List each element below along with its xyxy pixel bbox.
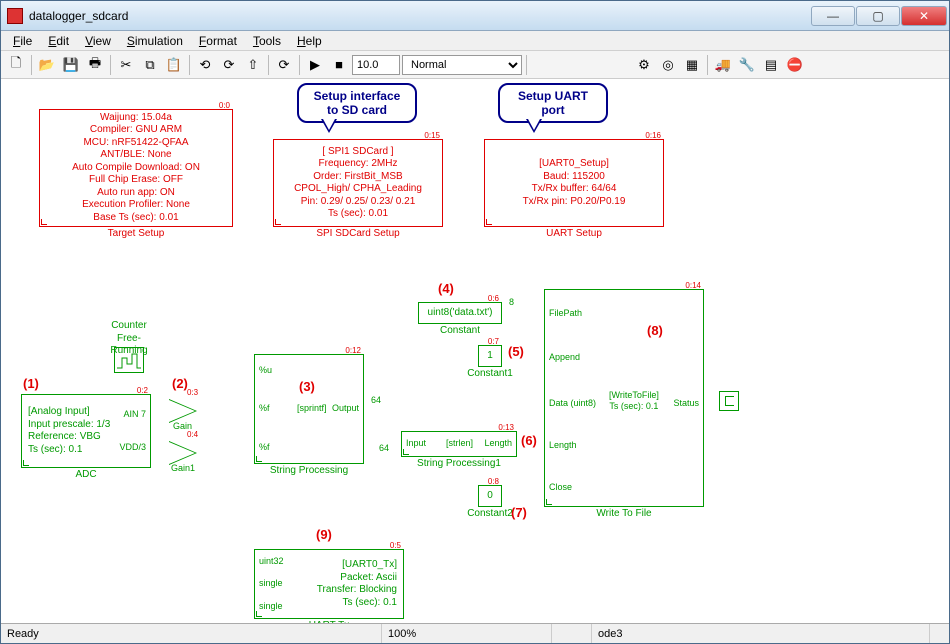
menu-simulation[interactable]: Simulation [121,32,189,50]
status-grip [929,624,949,643]
block-target-label: Target Setup [108,228,165,241]
open-icon[interactable]: 📂 [36,54,58,76]
block-adc[interactable]: 0:2 [Analog Input] Input prescale: 1/3 R… [21,394,151,468]
play-icon[interactable]: ▶ [304,54,326,76]
block-constant[interactable]: 0:6 uint8('data.txt') Constant [418,302,502,324]
menu-tools[interactable]: Tools [247,32,287,50]
paste-icon[interactable]: 📋 [163,54,185,76]
block-uarttx[interactable]: 0:5 uint32 single single [UART0_Tx] Pack… [254,549,404,619]
model-canvas[interactable]: Setup interface to SD card Setup UART po… [1,79,949,623]
stop-icon[interactable]: ■ [328,54,350,76]
window-controls: — ▢ ✕ [811,6,947,26]
save-icon[interactable]: 💾 [60,54,82,76]
scope-icon[interactable]: ▤ [760,54,782,76]
status-pct: 100% [381,624,551,643]
model-explorer-icon[interactable]: 🚚 [712,54,734,76]
block-sprintf[interactable]: 0:12 %u %f %f [sprintf] Output String Pr… [254,354,364,464]
window-title: datalogger_sdcard [29,9,811,23]
refresh-icon[interactable]: ⟳ [273,54,295,76]
callout-sd: Setup interface to SD card [297,83,417,123]
new-icon[interactable]: 🗋 [5,54,27,76]
toolbar: 🗋 📂 💾 🖶 ✂ ⧉ 📋 ⟲ ⟳ ⇧ ⟳ ▶ ■ Normal ⚙ ◎ ▦ 🚚… [1,51,949,79]
adc-label: ADC [75,469,96,482]
block-counter[interactable]: Counter Free-Running [114,347,144,373]
nav-up-icon[interactable]: ⇧ [242,54,264,76]
redo-icon[interactable]: ⟳ [218,54,240,76]
status-ready: Ready [1,624,381,643]
callout-uart-tail [526,119,542,133]
app-icon [7,8,23,24]
app-window: datalogger_sdcard — ▢ ✕ File Edit View S… [0,0,950,644]
menu-file[interactable]: File [7,32,38,50]
callout-uart: Setup UART port [498,83,608,123]
block-gain1[interactable]: -K- [169,441,197,465]
build-icon[interactable]: ⚙ [633,54,655,76]
block-constant1[interactable]: 0:7 1 Constant1 [478,345,502,367]
callout-sd-tail [321,119,337,133]
target-icon[interactable]: ◎ [657,54,679,76]
copy-icon[interactable]: ⧉ [139,54,161,76]
block-sd-label: SPI SDCard Setup [316,228,399,241]
gain1-label: Gain1 [171,463,195,473]
sim-mode-select[interactable]: Normal [402,55,522,75]
counter-label: Counter Free-Running [110,320,147,358]
library-icon[interactable]: ▦ [681,54,703,76]
block-terminator[interactable] [719,391,739,411]
cut-icon[interactable]: ✂ [115,54,137,76]
block-strlen[interactable]: 0:13 Input [strlen] Length String Proces… [401,431,517,457]
menubar: File Edit View Simulation Format Tools H… [1,31,949,51]
print-icon[interactable]: 🖶 [84,54,106,76]
status-empty1 [551,624,591,643]
menu-edit[interactable]: Edit [42,32,75,50]
menu-format[interactable]: Format [193,32,243,50]
sprintf-label: String Processing [270,465,348,478]
block-gain[interactable]: -K- [169,399,197,423]
maximize-button[interactable]: ▢ [856,6,900,26]
minimize-button[interactable]: — [811,6,855,26]
block-uartsetup-label: UART Setup [546,228,602,241]
block-constant2[interactable]: 0:8 0 Constant2 [478,485,502,507]
block-target-setup[interactable]: 0:0 Waijung: 15.04a Compiler: GNU ARM MC… [39,109,233,227]
titlebar: datalogger_sdcard — ▢ ✕ [1,1,949,31]
block-uart-setup[interactable]: 0:16 [UART0_Setup] Baud: 115200 Tx/Rx bu… [484,139,664,227]
gear-icon[interactable]: 🔧 [736,54,758,76]
block-sd-setup[interactable]: 0:15 [ SPI1 SDCard ] Frequency: 2MHz Ord… [273,139,443,227]
statusbar: Ready 100% ode3 [1,623,949,643]
status-solver: ode3 [591,624,929,643]
undo-icon[interactable]: ⟲ [194,54,216,76]
block-writefile[interactable]: 0:14 FilePath Append Data (uint8) Length… [544,289,704,507]
menu-view[interactable]: View [79,32,117,50]
stop-time-input[interactable] [352,55,400,75]
close-button[interactable]: ✕ [901,6,947,26]
no-entry-icon[interactable]: ⛔ [784,54,806,76]
menu-help[interactable]: Help [291,32,328,50]
